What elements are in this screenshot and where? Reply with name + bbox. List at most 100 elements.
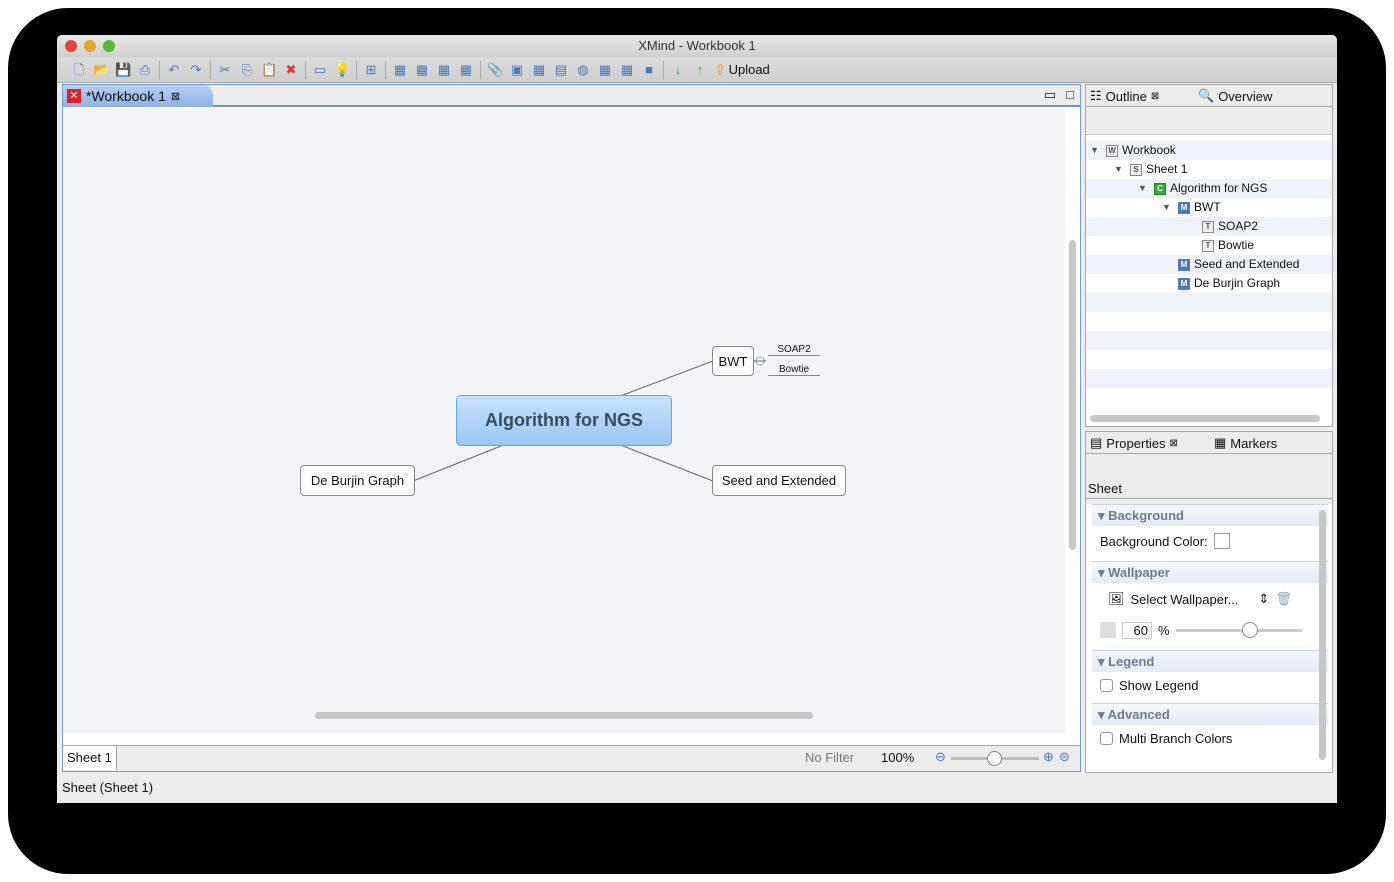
outline-item[interactable]: ▼ S Sheet 1 [1086,160,1332,179]
subtopic-soap2[interactable]: SOAP2 [768,344,820,356]
cut-icon[interactable]: ✂ [217,62,233,78]
relationship-icon[interactable]: ▦ [619,62,635,78]
zoom-button[interactable] [103,40,115,52]
properties-scrollbar[interactable] [1319,510,1326,760]
undo-icon[interactable]: ↶ [166,62,182,78]
horizontal-scrollbar[interactable] [315,712,813,719]
attachment-icon[interactable]: 📎 [487,62,503,78]
topic-seed-and-extended[interactable]: Seed and Extended [712,465,846,496]
outline-item[interactable]: ▼ C Algorithm for NGS [1086,179,1332,198]
outline-label: SOAP2 [1218,219,1259,233]
tab-label: Overview [1218,88,1273,104]
drill-down-icon[interactable]: ↓ [670,62,686,78]
callout-icon[interactable]: ▦ [436,62,452,78]
subtopic-icon[interactable]: ▦ [414,62,430,78]
tab-properties[interactable]: ▤ Properties ⊠ [1090,432,1178,454]
stop-icon[interactable]: ■ [641,62,657,78]
print-icon[interactable]: ⎙ [137,62,153,78]
expand-arrow-icon[interactable]: ▼ [1138,179,1150,198]
outline-tree: ▼ W Workbook ▼ S Sheet 1 ▼ C Algorithm for NGS ▼ M… [1086,135,1332,407]
overview-icon: 🔍 [1198,88,1215,103]
close-tab-icon[interactable]: ⊠ [1170,438,1178,449]
tab-markers[interactable]: ▦ Markers [1214,432,1277,454]
expand-arrow-icon[interactable]: ▼ [1090,141,1102,160]
topic-icon[interactable]: ▦ [392,62,408,78]
presentation-icon[interactable]: ▭ [312,62,328,78]
outline-item[interactable]: T Bowtie [1086,236,1332,255]
outline-label: De Burjin Graph [1194,276,1281,290]
idea-icon[interactable]: 💡 [334,62,350,78]
section-advanced[interactable]: ▾ Advanced [1092,703,1328,725]
expand-arrow-icon[interactable]: ▼ [1162,198,1174,217]
stepper-icon[interactable]: ⇕ [1258,591,1269,607]
properties-panel: ▤ Properties ⊠ ▦ Markers Sheet ▾ Background… [1085,431,1333,773]
drill-up-icon[interactable]: ↑ [692,62,708,78]
zoom-in-icon[interactable]: ⊕ [1043,749,1054,765]
section-background[interactable]: ▾ Background [1092,504,1328,526]
bg-color-swatch[interactable] [1213,533,1230,549]
hyperlink-icon[interactable]: ◍ [575,62,591,78]
tab-label: *Workbook 1 [86,88,166,104]
show-legend-checkbox[interactable] [1100,678,1113,692]
vertical-scrollbar[interactable] [1069,240,1076,550]
subtopic-bowtie[interactable]: Bowtie [768,364,820,376]
expand-arrow-icon[interactable]: ▼ [1114,160,1126,179]
outline-item[interactable]: ▼ M BWT [1086,198,1332,217]
topic-de-burjin-graph[interactable]: De Burjin Graph [300,465,415,496]
floating-topic-icon[interactable]: ▦ [458,62,474,78]
topic-type-icon: T [1202,220,1214,233]
delete-icon[interactable]: ✖ [283,62,299,78]
zoom-out-icon[interactable]: ⊖ [935,749,946,765]
outline-item[interactable]: M Seed and Extended [1086,255,1332,274]
multi-branch-checkbox[interactable] [1100,731,1113,745]
empty-row [1086,369,1332,388]
minimize-button[interactable] [84,40,96,52]
open-icon[interactable]: 📂 [93,62,109,78]
close-tab-icon[interactable]: ⊠ [171,90,180,103]
mind-map-canvas[interactable]: Algorithm for NGS BWT Seed and Extended … [63,109,1065,733]
tab-label: Properties [1106,435,1166,451]
redo-icon[interactable]: ↷ [188,62,204,78]
new-sheet-icon[interactable]: ⊞ [363,62,379,78]
topic-bwt[interactable]: BWT [712,346,754,376]
outline-scrollbar[interactable] [1090,415,1320,422]
toolbar-separator [356,60,357,79]
minimize-icon[interactable]: ▭ [1044,87,1056,103]
outline-item[interactable]: ▼ W Workbook [1086,141,1332,160]
note-icon[interactable]: ▤ [553,62,569,78]
section-wallpaper[interactable]: ▾ Wallpaper [1092,561,1328,583]
outline-label: Seed and Extended [1194,257,1300,271]
save-icon[interactable]: 💾 [115,62,131,78]
sheet-tab[interactable]: Sheet 1 [63,746,117,770]
title-bar: XMind - Workbook 1 [57,35,1337,57]
outline-item[interactable]: T SOAP2 [1086,217,1332,236]
upload-button[interactable]: ⇧ Upload [714,61,770,79]
zoom-fit-icon[interactable]: ⊜ [1059,749,1070,765]
copy-icon[interactable]: ⎘ [239,62,255,78]
paste-icon[interactable]: 📋 [261,62,277,78]
summary-icon[interactable]: ▦ [597,62,613,78]
empty-row [1086,312,1332,331]
tab-outline[interactable]: ☷ Outline ⊠ [1090,85,1159,107]
filter-label[interactable]: No Filter [805,750,854,765]
select-wallpaper-dropdown[interactable]: Select Wallpaper... [1131,592,1239,607]
zoom-slider-thumb[interactable] [987,751,1002,766]
tab-overview[interactable]: 🔍 Overview [1198,85,1272,107]
trash-icon[interactable]: 🗑 [1275,591,1292,607]
new-icon[interactable]: 🗋 [71,62,87,78]
boundary-icon[interactable]: ▦ [531,62,547,78]
maximize-icon[interactable]: □ [1066,87,1074,102]
zoom-slider[interactable] [951,751,1039,766]
section-legend[interactable]: ▾ Legend [1092,650,1328,672]
close-button[interactable] [65,40,77,52]
opacity-slider[interactable] [1175,621,1302,638]
outline-panel: ☷ Outline ⊠ 🔍 Overview ▼ W Workbook ▼ S Sheet 1 ▼… [1085,84,1333,427]
tab-workbook[interactable]: ✕ *Workbook 1 ⊠ [63,85,213,107]
opacity-slider-thumb[interactable] [1241,621,1258,638]
close-tab-icon[interactable]: ⊠ [1151,91,1159,102]
central-topic[interactable]: Algorithm for NGS [456,395,672,446]
image-icon[interactable]: ▣ [509,62,525,78]
outline-item[interactable]: M De Burjin Graph [1086,274,1332,293]
opacity-input[interactable]: 60 [1122,621,1152,639]
topic-type-icon: M [1178,201,1190,214]
